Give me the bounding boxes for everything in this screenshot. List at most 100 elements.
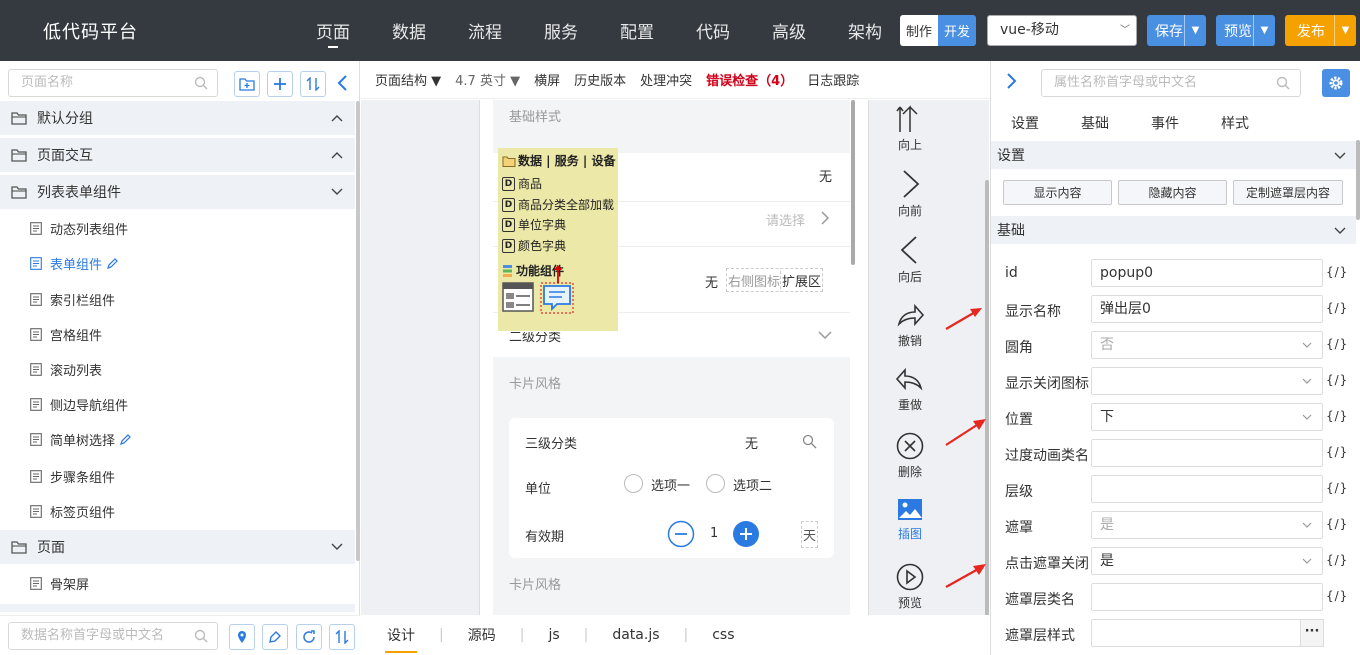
caret-down-icon[interactable]: ▼ xyxy=(1334,15,1356,46)
sort-button[interactable] xyxy=(300,71,326,97)
list-item[interactable]: 索引栏组件 xyxy=(0,282,355,317)
nav-architecture[interactable]: 架构 xyxy=(848,18,882,43)
popup-component-icon[interactable] xyxy=(540,282,574,314)
tab-basic[interactable]: 基础 xyxy=(1081,113,1109,133)
show-content-button[interactable]: 显示内容 xyxy=(1003,180,1112,205)
expression-button[interactable]: {/} xyxy=(1326,301,1348,315)
mask-close-select[interactable]: 是 xyxy=(1091,547,1323,575)
tree-item[interactable]: D 单位字典 xyxy=(502,216,566,233)
nav-config[interactable]: 配置 xyxy=(620,18,654,43)
conflict-button[interactable]: 处理冲突 xyxy=(640,70,692,89)
hide-content-button[interactable]: 隐藏内容 xyxy=(1118,180,1227,205)
tab-settings[interactable]: 设置 xyxy=(1011,113,1039,133)
preview-button[interactable]: 预览 ▼ xyxy=(1216,15,1275,46)
expression-button[interactable]: {/} xyxy=(1326,373,1348,387)
list-item[interactable]: 骨架屏 xyxy=(0,566,355,601)
landscape-button[interactable]: 横屏 xyxy=(534,70,560,89)
settings-button[interactable] xyxy=(1322,69,1350,97)
close-icon-select[interactable] xyxy=(1091,367,1323,395)
tool-redo[interactable]: 重做 xyxy=(893,366,927,413)
expression-button[interactable]: {/} xyxy=(1326,445,1348,459)
nav-page[interactable]: 页面 xyxy=(316,18,350,48)
mask-select[interactable]: 是 xyxy=(1091,511,1323,539)
radio-option-1[interactable] xyxy=(624,474,643,493)
group-list-form[interactable]: 列表表单组件 xyxy=(0,175,355,209)
id-input[interactable]: popup0 xyxy=(1091,259,1323,287)
caret-down-icon[interactable]: ▼ xyxy=(1253,15,1275,46)
log-trace-button[interactable]: 日志跟踪 xyxy=(807,70,859,89)
nav-flow[interactable]: 流程 xyxy=(468,18,502,43)
expression-button[interactable]: {/} xyxy=(1326,481,1348,495)
transition-class-input[interactable] xyxy=(1091,439,1323,467)
custom-mask-button[interactable]: 定制遮罩层内容 xyxy=(1233,180,1343,205)
left-scrollbar[interactable] xyxy=(356,101,360,561)
nav-data[interactable]: 数据 xyxy=(392,18,426,43)
tab-css[interactable]: css xyxy=(702,627,744,643)
nav-code[interactable]: 代码 xyxy=(696,18,730,43)
form-component-icon[interactable] xyxy=(502,282,534,312)
tab-source[interactable]: 源码 xyxy=(458,625,506,645)
expression-button[interactable]: {/} xyxy=(1326,589,1348,603)
add-folder-button[interactable] xyxy=(234,71,260,97)
tool-move-up[interactable]: 向上 xyxy=(893,104,927,153)
tab-styles[interactable]: 样式 xyxy=(1221,113,1249,133)
tool-insert-image[interactable]: 插图 xyxy=(893,497,927,542)
expression-button[interactable]: {/} xyxy=(1326,553,1348,567)
save-button[interactable]: 保存 ▼ xyxy=(1147,15,1206,46)
error-check-button[interactable]: 错误检查（4） xyxy=(706,70,793,89)
tree-item[interactable]: D 商品 xyxy=(502,175,542,192)
pin-button[interactable] xyxy=(229,624,255,650)
list-item[interactable]: 简单树选择 xyxy=(0,422,355,457)
pencil-icon[interactable] xyxy=(106,257,118,270)
expression-button[interactable]: {/} xyxy=(1326,337,1348,351)
nav-service[interactable]: 服务 xyxy=(544,18,578,43)
radio-option-2[interactable] xyxy=(706,474,725,493)
mask-style-input[interactable] xyxy=(1091,619,1301,647)
select-placeholder[interactable]: 请选择 xyxy=(766,210,805,229)
tree-header[interactable]: 数据 | 服务 | 设备 xyxy=(502,152,615,169)
list-item[interactable]: 步骤条组件 xyxy=(0,459,355,494)
tree-item[interactable]: D 颜色字典 xyxy=(502,237,566,254)
publish-button[interactable]: 发布 ▼ xyxy=(1285,15,1356,46)
group-page-interaction[interactable]: 页面交互 xyxy=(0,138,355,172)
tree-item[interactable]: D 商品分类全部加载 xyxy=(502,196,616,213)
list-item[interactable]: 标签页组件 xyxy=(0,494,355,529)
pencil-icon[interactable] xyxy=(119,433,131,446)
mode-dev-button[interactable]: 开发 xyxy=(938,15,976,46)
tool-undo[interactable]: 撤销 xyxy=(893,302,927,349)
phone-scrollbar[interactable] xyxy=(851,100,855,265)
expression-button[interactable]: {/} xyxy=(1326,409,1348,423)
list-item[interactable]: 侧边导航组件 xyxy=(0,387,355,422)
list-item-selected[interactable]: 表单组件 xyxy=(0,246,355,281)
canvas-scrollbar[interactable] xyxy=(985,180,989,620)
plus-circle-icon[interactable] xyxy=(732,520,760,548)
list-item[interactable]: 宫格组件 xyxy=(0,317,355,352)
tool-preview[interactable]: 预览 xyxy=(893,562,927,611)
property-search-input[interactable]: 属性名称首字母或中文名 xyxy=(1041,69,1301,97)
group-default[interactable]: 默认分组 xyxy=(0,101,355,135)
caret-down-icon[interactable]: ▼ xyxy=(1184,15,1206,46)
tool-forward[interactable]: 向前 xyxy=(893,168,927,219)
search-icon[interactable] xyxy=(802,434,817,449)
tab-js[interactable]: js xyxy=(538,627,569,643)
platform-select[interactable]: vue-移动 ﹀ xyxy=(987,15,1137,46)
mask-class-input[interactable] xyxy=(1091,583,1323,611)
mode-make-button[interactable]: 制作 xyxy=(900,15,938,46)
radius-select[interactable]: 否 xyxy=(1091,331,1323,359)
page-search-input[interactable]: 页面名称 xyxy=(8,69,218,97)
add-page-button[interactable] xyxy=(267,71,293,97)
refresh-button[interactable] xyxy=(296,624,322,650)
minus-circle-icon[interactable] xyxy=(667,520,695,548)
expression-button[interactable]: {/} xyxy=(1326,517,1348,531)
property-scrollbar[interactable] xyxy=(1356,140,1360,220)
section-settings[interactable]: 设置 xyxy=(991,141,1356,169)
z-index-input[interactable] xyxy=(1091,475,1323,503)
tab-events[interactable]: 事件 xyxy=(1151,113,1179,133)
tag-button[interactable] xyxy=(262,624,288,650)
page-structure-button[interactable]: 页面结构 ▼ xyxy=(375,70,441,89)
tab-design[interactable]: 设计 xyxy=(377,625,425,653)
nav-advanced[interactable]: 高级 xyxy=(772,18,806,43)
data-search-input[interactable]: 数据名称首字母或中文名 xyxy=(8,622,218,650)
tool-delete[interactable]: 删除 xyxy=(893,431,927,480)
history-button[interactable]: 历史版本 xyxy=(574,70,626,89)
